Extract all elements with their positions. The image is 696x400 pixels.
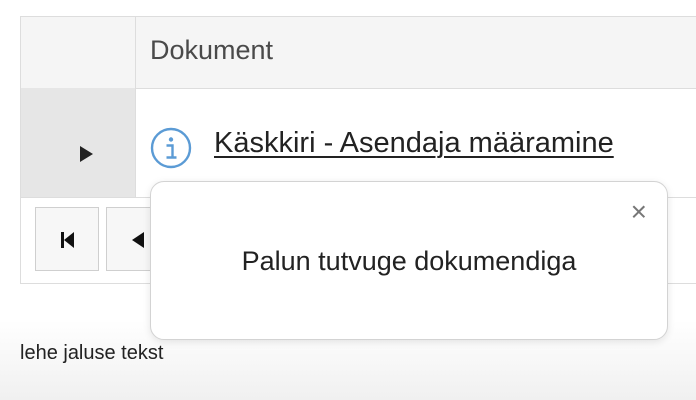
column-header-dokument[interactable]: Dokument [150, 35, 273, 66]
first-page-button[interactable] [35, 207, 99, 271]
info-icon[interactable] [150, 127, 192, 169]
expand-row-icon[interactable] [80, 146, 93, 162]
popover-message: Palun tutvuge dokumendiga [241, 246, 577, 276]
header-gutter-cell [21, 17, 136, 88]
row-expand-cell[interactable] [21, 88, 136, 197]
page-footer-text: lehe jaluse tekst [20, 342, 164, 364]
grid-header-row: Dokument [21, 17, 696, 89]
previous-page-icon [132, 232, 144, 248]
document-link[interactable]: Käskkiri - Asendaja määramine [214, 127, 614, 160]
info-popover: × Palun tutvuge dokumendiga [150, 181, 668, 340]
close-icon[interactable]: × [631, 198, 647, 226]
